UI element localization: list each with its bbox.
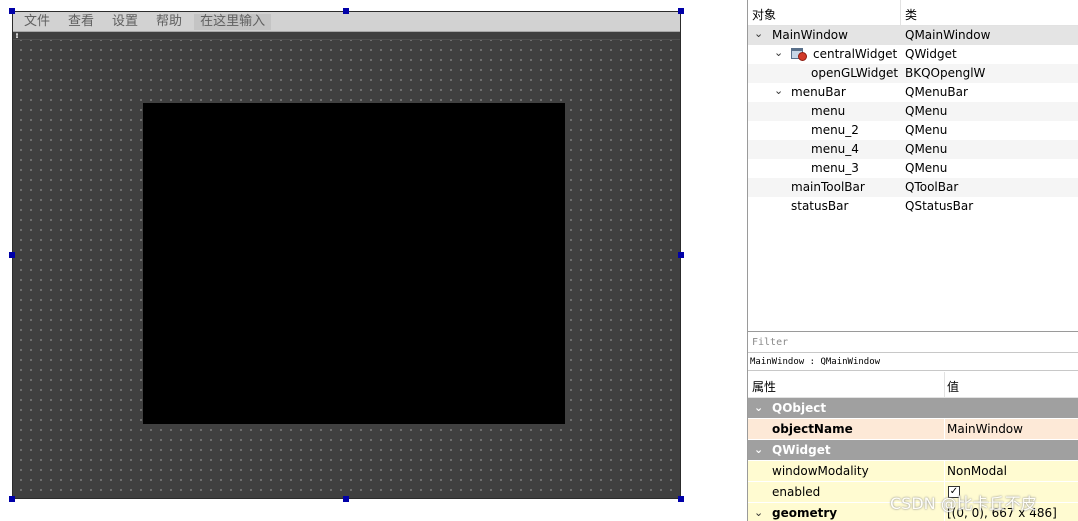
object-class: QWidget [905,47,957,61]
tree-row-mainwindow[interactable]: ⌄ MainWindow QMainWindow [748,26,1078,45]
object-name: centralWidget [813,47,898,61]
toolbar-grip-icon[interactable] [16,33,18,38]
chevron-down-icon[interactable]: ⌄ [754,443,763,456]
chevron-down-icon[interactable]: ⌄ [774,84,783,97]
filter-input[interactable] [748,332,1078,353]
object-class: QMenu [905,161,948,175]
object-name: MainWindow [772,28,848,42]
property-column-header[interactable]: 属性 [752,378,776,395]
property-editor-header: 属性 值 [748,372,1078,398]
resize-handle-bottom-right[interactable] [678,496,684,502]
object-class: BKQOpenglW [905,66,986,80]
tree-row-openglwidget[interactable]: openGLWidget BKQOpenglW [748,64,1078,83]
object-class: QMenu [905,142,948,156]
property-name: objectName [772,422,853,436]
group-label: QObject [772,401,827,415]
group-qwidget[interactable]: ⌄ QWidget [748,440,1078,461]
object-name: statusBar [791,199,849,213]
chevron-down-icon[interactable]: ⌄ [754,401,763,414]
object-column-header[interactable]: 对象 [752,6,776,23]
opengl-widget[interactable] [143,103,565,424]
value-column-header[interactable]: 值 [947,378,959,395]
object-name: menu_2 [811,123,859,137]
tree-row-menu-3[interactable]: menu_3 QMenu [748,159,1078,178]
tree-row-maintoolbar[interactable]: mainToolBar QToolBar [748,178,1078,197]
tree-row-statusbar[interactable]: statusBar QStatusBar [748,197,1078,216]
resize-handle-top-right[interactable] [678,8,684,14]
chevron-down-icon[interactable]: ⌄ [754,506,763,519]
form-menubar: 文件 查看 设置 帮助 在这里输入 [13,12,680,32]
object-inspector-header: 对象 类 [748,0,1078,26]
object-name: openGLWidget [811,66,899,80]
menu-help[interactable]: 帮助 [147,12,191,32]
designer-canvas: 文件 查看 设置 帮助 在这里输入 [0,0,745,521]
chevron-down-icon[interactable]: ⌄ [754,27,763,40]
group-qobject[interactable]: ⌄ QObject [748,398,1078,419]
resize-handle-left[interactable] [9,252,15,258]
tree-row-menu[interactable]: menu QMenu [748,102,1078,121]
object-name: menu [811,104,846,118]
resize-handle-bottom-left[interactable] [9,496,15,502]
tree-row-menu-2[interactable]: menu_2 QMenu [748,121,1078,140]
object-class: QMainWindow [905,28,991,42]
menu-settings[interactable]: 设置 [103,12,147,32]
object-name: menuBar [791,85,846,99]
object-class: QMenu [905,123,948,137]
tree-row-menu-4[interactable]: menu_4 QMenu [748,140,1078,159]
resize-handle-top[interactable] [343,8,349,14]
object-name: mainToolBar [791,180,865,194]
chevron-down-icon[interactable]: ⌄ [774,46,783,59]
menu-view[interactable]: 查看 [59,12,103,32]
resize-handle-bottom[interactable] [343,496,349,502]
main-window-form[interactable]: 文件 查看 设置 帮助 在这里输入 [12,11,681,499]
tree-row-menubar[interactable]: ⌄ menuBar QMenuBar [748,83,1078,102]
object-class: QMenu [905,104,948,118]
widget-icon [791,47,807,61]
object-class: QToolBar [905,180,959,194]
property-name: geometry [772,506,838,520]
property-name: enabled [772,485,821,499]
group-label: QWidget [772,443,831,457]
resize-handle-top-left[interactable] [9,8,15,14]
object-class: QStatusBar [905,199,974,213]
class-column-header[interactable]: 类 [905,6,917,23]
resize-handle-right[interactable] [678,252,684,258]
property-row-objectname[interactable]: objectName MainWindow [748,419,1078,440]
property-value[interactable]: NonModal [947,464,1007,478]
watermark: CSDN @比卡丘不皮 [890,494,1037,513]
object-name: menu_4 [811,142,859,156]
selected-object-label: MainWindow : QMainWindow [748,354,1078,371]
property-value[interactable]: MainWindow [947,422,1023,436]
type-here-menu[interactable]: 在这里输入 [194,13,272,30]
object-class: QMenuBar [905,85,968,99]
menu-file[interactable]: 文件 [15,12,59,32]
object-name: menu_3 [811,161,859,175]
main-toolbar[interactable] [13,32,680,40]
tree-row-centralwidget[interactable]: ⌄ centralWidget QWidget [748,45,1078,64]
property-name: windowModality [772,464,869,478]
object-inspector: 对象 类 ⌄ MainWindow QMainWindow ⌄ centralW… [747,0,1078,331]
property-row-windowmodality[interactable]: windowModality NonModal [748,461,1078,482]
